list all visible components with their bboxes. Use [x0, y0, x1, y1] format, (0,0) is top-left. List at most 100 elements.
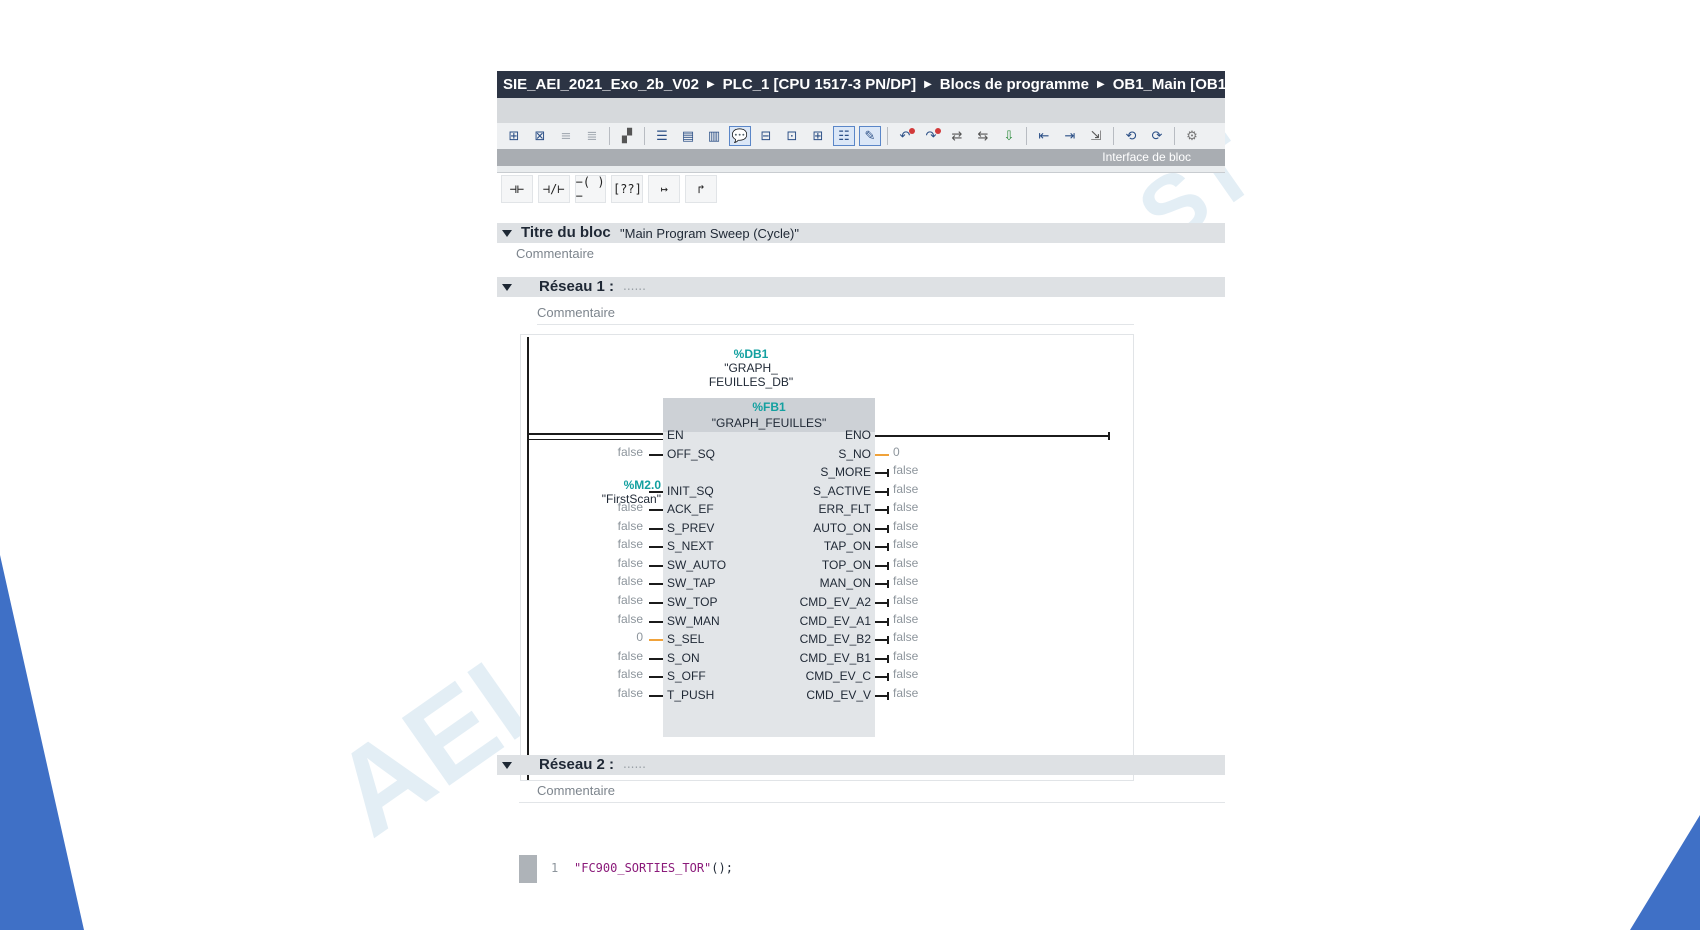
outdent-icon[interactable]: ⇤ — [1033, 126, 1055, 146]
block-interface-bar[interactable]: Interface de bloc — [497, 149, 1225, 166]
fb-output-pin: ERR_FLT — [818, 502, 871, 517]
view-icon[interactable]: ▥ — [703, 126, 725, 146]
network-2-header[interactable]: Réseau 2 : ...... — [497, 755, 1225, 775]
monitor-icon[interactable]: ☷ — [833, 126, 855, 146]
error-goto-icon[interactable]: ↶ — [894, 126, 916, 146]
output-value[interactable]: 0 — [893, 445, 900, 459]
open-branch-button[interactable]: ↦ — [648, 175, 681, 203]
abs-opnd-icon[interactable]: ⊡ — [781, 126, 803, 146]
breakpoint-icon[interactable]: ✎ — [859, 126, 881, 146]
input-value[interactable]: false — [618, 537, 643, 551]
redo-icon[interactable]: ⇲ — [1085, 126, 1107, 146]
wire-end-tick — [887, 469, 889, 478]
insert-row-icon[interactable]: ≡ — [555, 126, 577, 146]
absolute-symbolic-icon[interactable]: ▞ — [616, 126, 638, 146]
wire-end-tick — [887, 673, 889, 682]
wire-end-tick — [887, 487, 889, 496]
breadcrumb-project[interactable]: SIE_AEI_2021_Exo_2b_V02 — [503, 76, 699, 93]
output-value[interactable]: false — [893, 649, 918, 663]
network-1-comment[interactable]: Commentaire — [537, 305, 615, 320]
output-value[interactable]: false — [893, 463, 918, 477]
collapse-triangle-icon[interactable] — [502, 762, 512, 769]
no-contact-button[interactable]: ⊣⊢ — [501, 175, 533, 203]
fb-call-box[interactable]: %FB1 "GRAPH_FEUILLES" EN OFF_SQ INIT_SQ ACK… — [663, 398, 875, 737]
output-value[interactable]: false — [893, 537, 918, 551]
output-value[interactable]: false — [893, 630, 918, 644]
tia-program-editor: SIE_AEI_2021_Exo_2b_V02 ▶ PLC_1 [CPU 151… — [497, 71, 1231, 891]
close-branch-button[interactable]: ↱ — [685, 175, 717, 203]
in-tag-name[interactable]: "FirstScan" — [561, 492, 661, 506]
fb-output-pin: CMD_EV_B1 — [799, 650, 871, 665]
output-value[interactable]: false — [893, 500, 918, 514]
in-tag-address: %M2.0 — [623, 478, 661, 492]
sync-icon[interactable]: ⟳ — [1146, 126, 1168, 146]
input-value[interactable]: false — [618, 556, 643, 570]
coil-button[interactable]: −( )− — [574, 175, 607, 203]
output-value[interactable]: false — [893, 612, 918, 626]
layout-icon[interactable]: ⊞ — [807, 126, 829, 146]
fb-output-pin: CMD_EV_A1 — [799, 613, 871, 628]
expand-all-icon[interactable]: ▤ — [677, 126, 699, 146]
input-value[interactable]: 0 — [636, 630, 643, 644]
chevron-right-icon: ▶ — [924, 79, 932, 90]
network-1-ladder[interactable]: %DB1 "GRAPH_ FEUILLES_DB" %FB1 "GRAPH_FE… — [520, 334, 1134, 781]
network-2-comment[interactable]: Commentaire — [537, 783, 615, 798]
output-value[interactable]: false — [893, 686, 918, 700]
input-wire — [649, 620, 663, 623]
input-value[interactable]: false — [618, 686, 643, 700]
output-value[interactable]: false — [893, 556, 918, 570]
add-row-icon[interactable]: ≣ — [581, 126, 603, 146]
input-value[interactable]: false — [618, 519, 643, 533]
breadcrumb-block[interactable]: OB1_Main [OB1] — [1113, 76, 1231, 93]
ladder-favorites-toolbar: ⊣⊢ ⊣/⊢ −( )− [??] ↦ ↱ — [497, 173, 717, 205]
fb-output-pin: TOP_ON — [821, 557, 871, 572]
fb-name: "GRAPH_FEUILLES" — [711, 416, 827, 430]
network-2-title-placeholder[interactable]: ...... — [623, 757, 646, 771]
block-title-value[interactable]: "Main Program Sweep (Cycle)" — [620, 226, 799, 241]
comment-icon[interactable]: 💬 — [729, 126, 751, 146]
input-value[interactable]: false — [618, 445, 643, 459]
output-value[interactable]: false — [893, 482, 918, 496]
refresh-icon[interactable]: ⟲ — [1120, 126, 1142, 146]
input-value[interactable]: false — [618, 667, 643, 681]
collapse-triangle-icon[interactable] — [502, 284, 512, 291]
favorites-icon[interactable]: ⊟ — [755, 126, 777, 146]
nc-contact-button[interactable]: ⊣/⊢ — [537, 175, 570, 203]
instance-db-name[interactable]: "GRAPH_ FEUILLES_DB" — [691, 361, 811, 389]
block-title-bar[interactable]: Titre du bloc "Main Program Sweep (Cycle… — [497, 223, 1225, 243]
code-line[interactable]: "FC900_SORTIES_TOR"(); — [574, 861, 733, 875]
delete-network-icon[interactable]: ⊠ — [529, 126, 551, 146]
settings-icon[interactable]: ⚙ — [1181, 126, 1203, 146]
goto-next-icon[interactable]: ⇄ — [946, 126, 968, 146]
wire-end-tick — [887, 598, 889, 607]
goto-prev-icon[interactable]: ↷ — [920, 126, 942, 146]
input-value[interactable]: false — [618, 593, 643, 607]
scl-code-area[interactable]: 1 "FC900_SORTIES_TOR"(); — [519, 855, 1225, 885]
network-1-title-placeholder[interactable]: ...... — [623, 279, 646, 293]
collapse-triangle-icon[interactable] — [502, 230, 512, 237]
output-value[interactable]: false — [893, 519, 918, 533]
indent-icon[interactable]: ⇩ — [998, 126, 1020, 146]
undo-icon[interactable]: ⇥ — [1059, 126, 1081, 146]
slide-decoration-left — [0, 555, 84, 930]
breadcrumb-plc[interactable]: PLC_1 [CPU 1517-3 PN/DP] — [723, 76, 916, 93]
input-value[interactable]: false — [618, 574, 643, 588]
breadcrumb-program-blocks[interactable]: Blocs de programme — [940, 76, 1089, 93]
toolbar-separator — [609, 127, 610, 145]
empty-box-button[interactable]: [??] — [611, 175, 644, 203]
wire-end-tick — [887, 506, 889, 515]
fb-input-pin: SW_AUTO — [667, 557, 727, 572]
input-value[interactable]: false — [618, 612, 643, 626]
wire-end-tick — [887, 617, 889, 626]
call-hierarchy-icon[interactable]: ⇆ — [972, 126, 994, 146]
output-value[interactable]: false — [893, 574, 918, 588]
block-comment[interactable]: Commentaire — [516, 246, 594, 261]
input-value[interactable]: false — [618, 649, 643, 663]
insert-network-icon[interactable]: ⊞ — [503, 126, 525, 146]
output-value[interactable]: false — [893, 667, 918, 681]
collapse-all-icon[interactable]: ☰ — [651, 126, 673, 146]
network-2-title: Réseau 2 : — [539, 756, 615, 773]
network-1-header[interactable]: Réseau 1 : ...... — [497, 277, 1225, 297]
interface-splitter[interactable] — [497, 166, 1225, 173]
output-value[interactable]: false — [893, 593, 918, 607]
